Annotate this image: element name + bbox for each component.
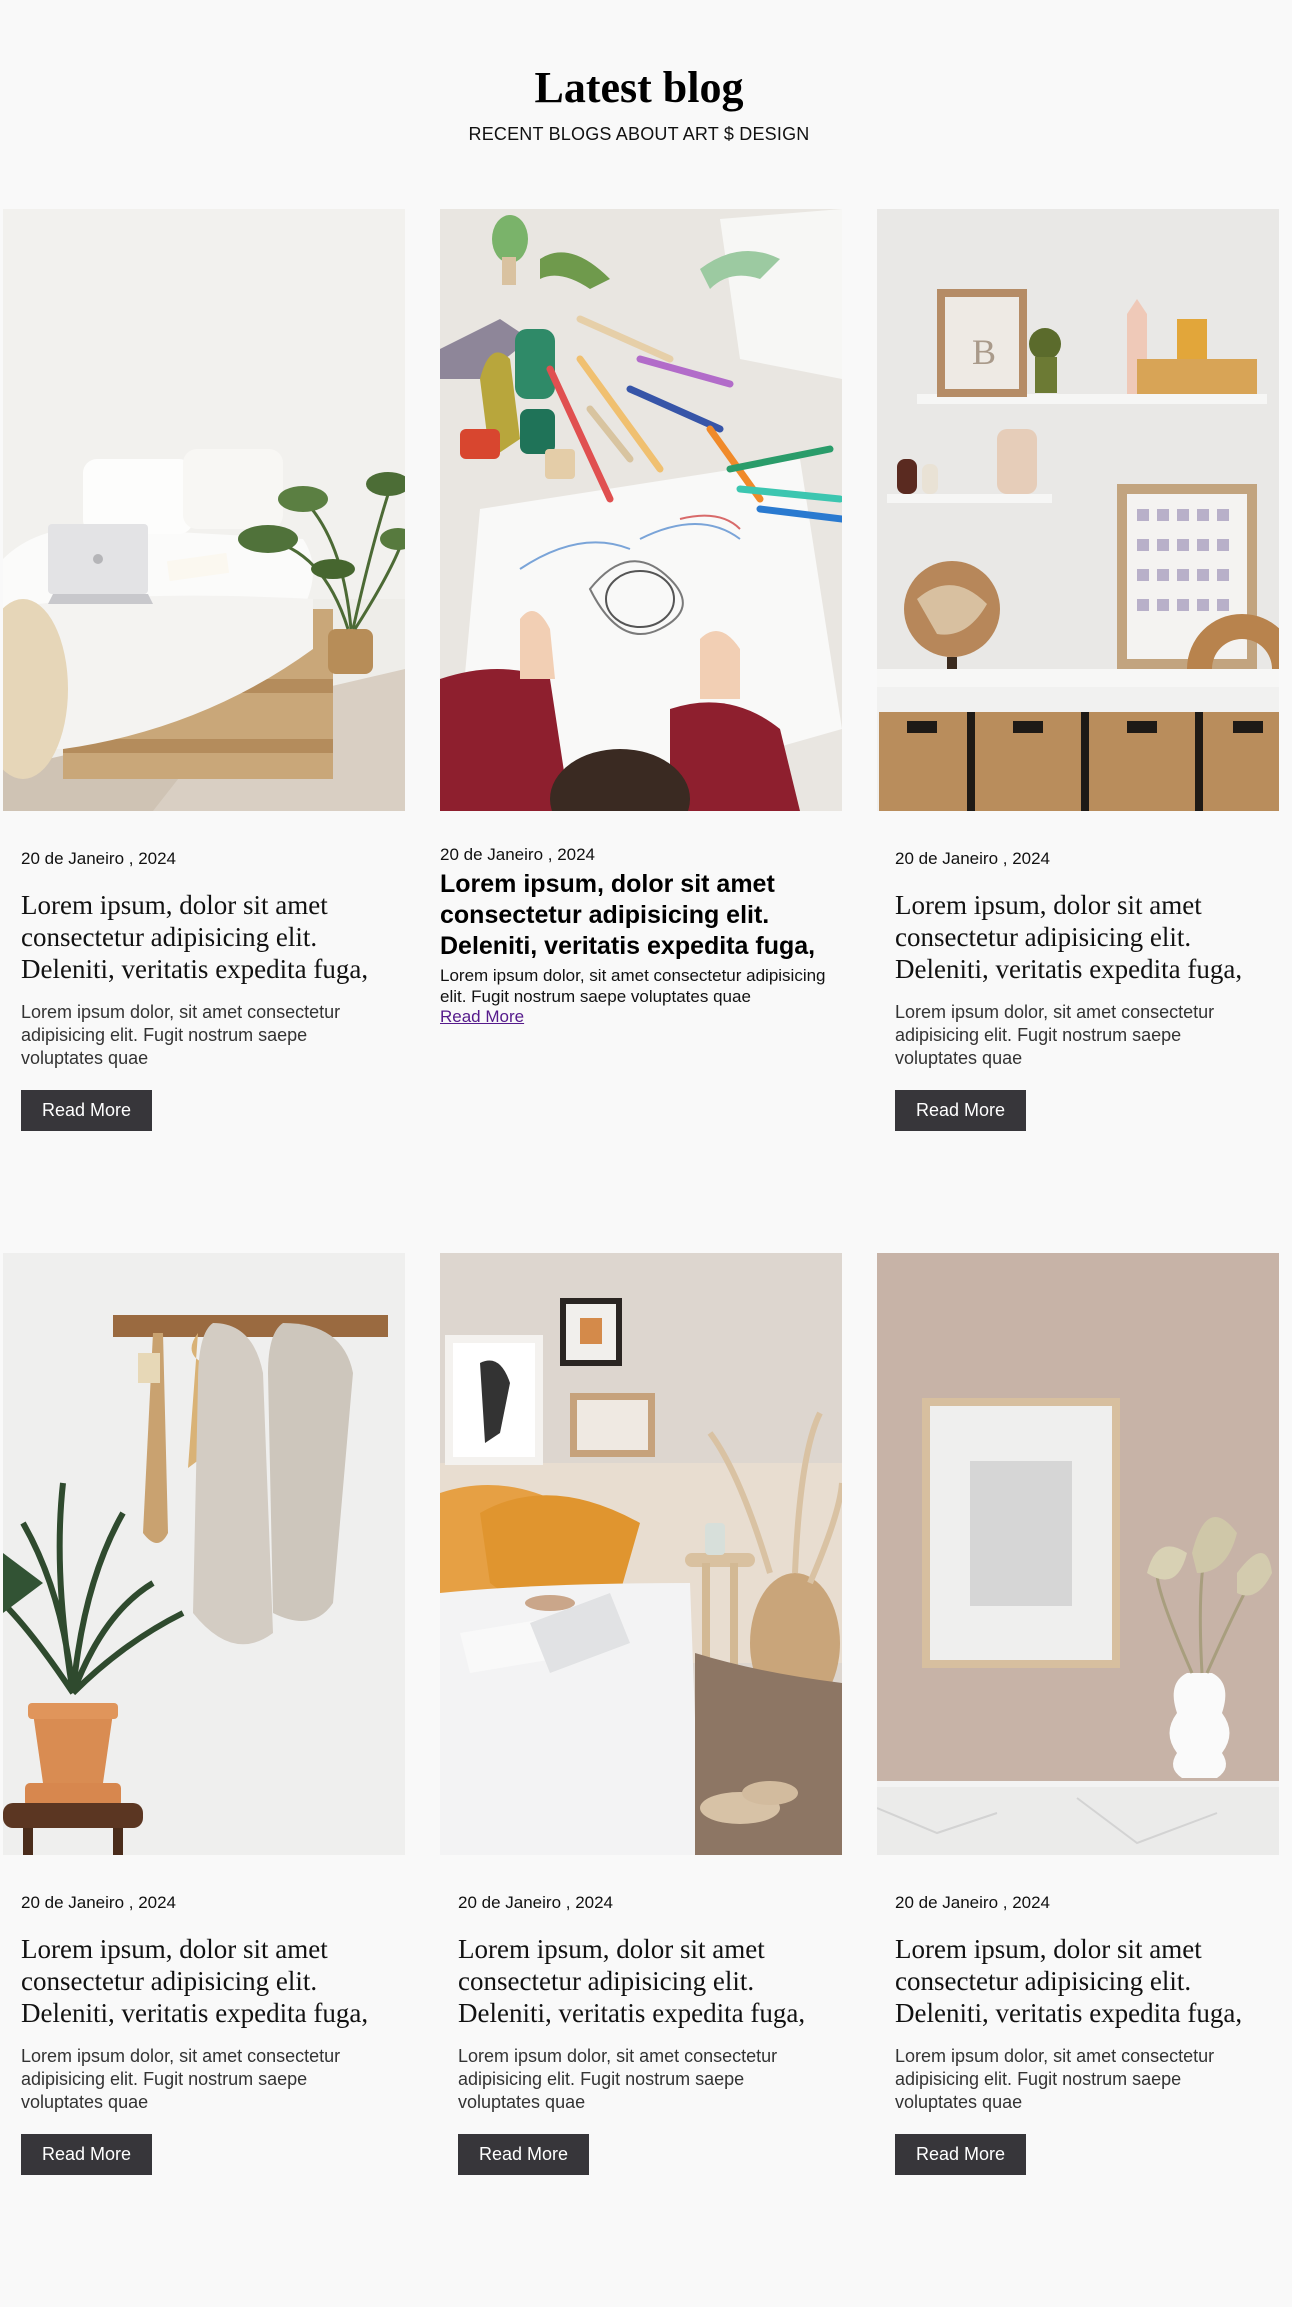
blog-card: B 20 de Janeiro , 2024 Lorem ipsum, dolo… (877, 209, 1279, 1131)
towels-plant-photo (3, 1253, 405, 1855)
post-date: 20 de Janeiro , 2024 (21, 849, 177, 868)
post-date: 20 de Janeiro , 2024 (895, 1893, 1051, 1912)
blog-card-image[interactable] (877, 1253, 1279, 1855)
post-excerpt: Lorem ipsum dolor, sit amet consectetur … (895, 2046, 1215, 2112)
blog-card-image[interactable] (440, 1253, 842, 1855)
post-title: Lorem ipsum, dolor sit amet consectetur … (895, 1934, 1243, 2028)
post-date: 20 de Janeiro , 2024 (440, 845, 596, 864)
blog-header: Latest blog RECENT BLOGS ABOUT ART $ DES… (0, 60, 1278, 145)
read-more-button[interactable]: Read More (21, 2134, 153, 2175)
child-drawing-photo (440, 209, 842, 811)
post-excerpt: Lorem ipsum dolor, sit amet consectetur … (440, 966, 826, 1006)
page-title: Latest blog (534, 63, 744, 112)
read-more-button[interactable]: Read More (458, 2134, 590, 2175)
frame-vase-photo (877, 1253, 1279, 1855)
post-date: 20 de Janeiro , 2024 (458, 1893, 614, 1912)
kids-shelf-photo: B (877, 209, 1279, 811)
svg-text:B: B (972, 332, 996, 372)
blog-card: 20 de Janeiro , 2024 Lorem ipsum, dolor … (3, 1253, 405, 2175)
post-excerpt: Lorem ipsum dolor, sit amet consectetur … (895, 1002, 1215, 1068)
read-more-button[interactable]: Read More (895, 1090, 1027, 1131)
blog-card-image[interactable] (3, 209, 405, 811)
post-date: 20 de Janeiro , 2024 (895, 849, 1051, 868)
post-date: 20 de Janeiro , 2024 (21, 1893, 177, 1912)
blog-card: 20 de Janeiro , 2024 Lorem ipsum, dolor … (877, 1253, 1279, 2175)
read-more-link[interactable]: Read More (440, 1007, 524, 1027)
post-excerpt: Lorem ipsum dolor, sit amet consectetur … (21, 1002, 341, 1068)
post-title: Lorem ipsum, dolor sit amet consectetur … (21, 1934, 369, 2028)
cozy-bed-photo (440, 1253, 842, 1855)
post-title: Lorem ipsum, dolor sit amet consectetur … (21, 890, 369, 984)
post-title: Lorem ipsum, dolor sit amet consectetur … (458, 1934, 806, 2028)
blog-card: 20 de Janeiro , 2024 Lorem ipsum, dolor … (440, 209, 842, 1027)
blog-page: Latest blog RECENT BLOGS ABOUT ART $ DES… (0, 0, 1292, 2307)
blog-card: 20 de Janeiro , 2024 Lorem ipsum, dolor … (440, 1253, 842, 2175)
read-more-button[interactable]: Read More (21, 1090, 153, 1131)
blog-card-image[interactable] (440, 209, 842, 811)
post-title: Lorem ipsum, dolor sit amet consectetur … (895, 890, 1243, 984)
blog-card: 20 de Janeiro , 2024 Lorem ipsum, dolor … (3, 209, 405, 1131)
bedroom-laptop-photo (3, 209, 405, 811)
read-more-button[interactable]: Read More (895, 2134, 1027, 2175)
post-excerpt: Lorem ipsum dolor, sit amet consectetur … (458, 2046, 778, 2112)
page-subtitle: RECENT BLOGS ABOUT ART $ DESIGN (468, 124, 810, 144)
blog-card-image[interactable] (3, 1253, 405, 1855)
blog-card-image[interactable]: B (877, 209, 1279, 811)
post-title: Lorem ipsum, dolor sit amet consectetur … (440, 870, 816, 960)
post-excerpt: Lorem ipsum dolor, sit amet consectetur … (21, 2046, 341, 2112)
